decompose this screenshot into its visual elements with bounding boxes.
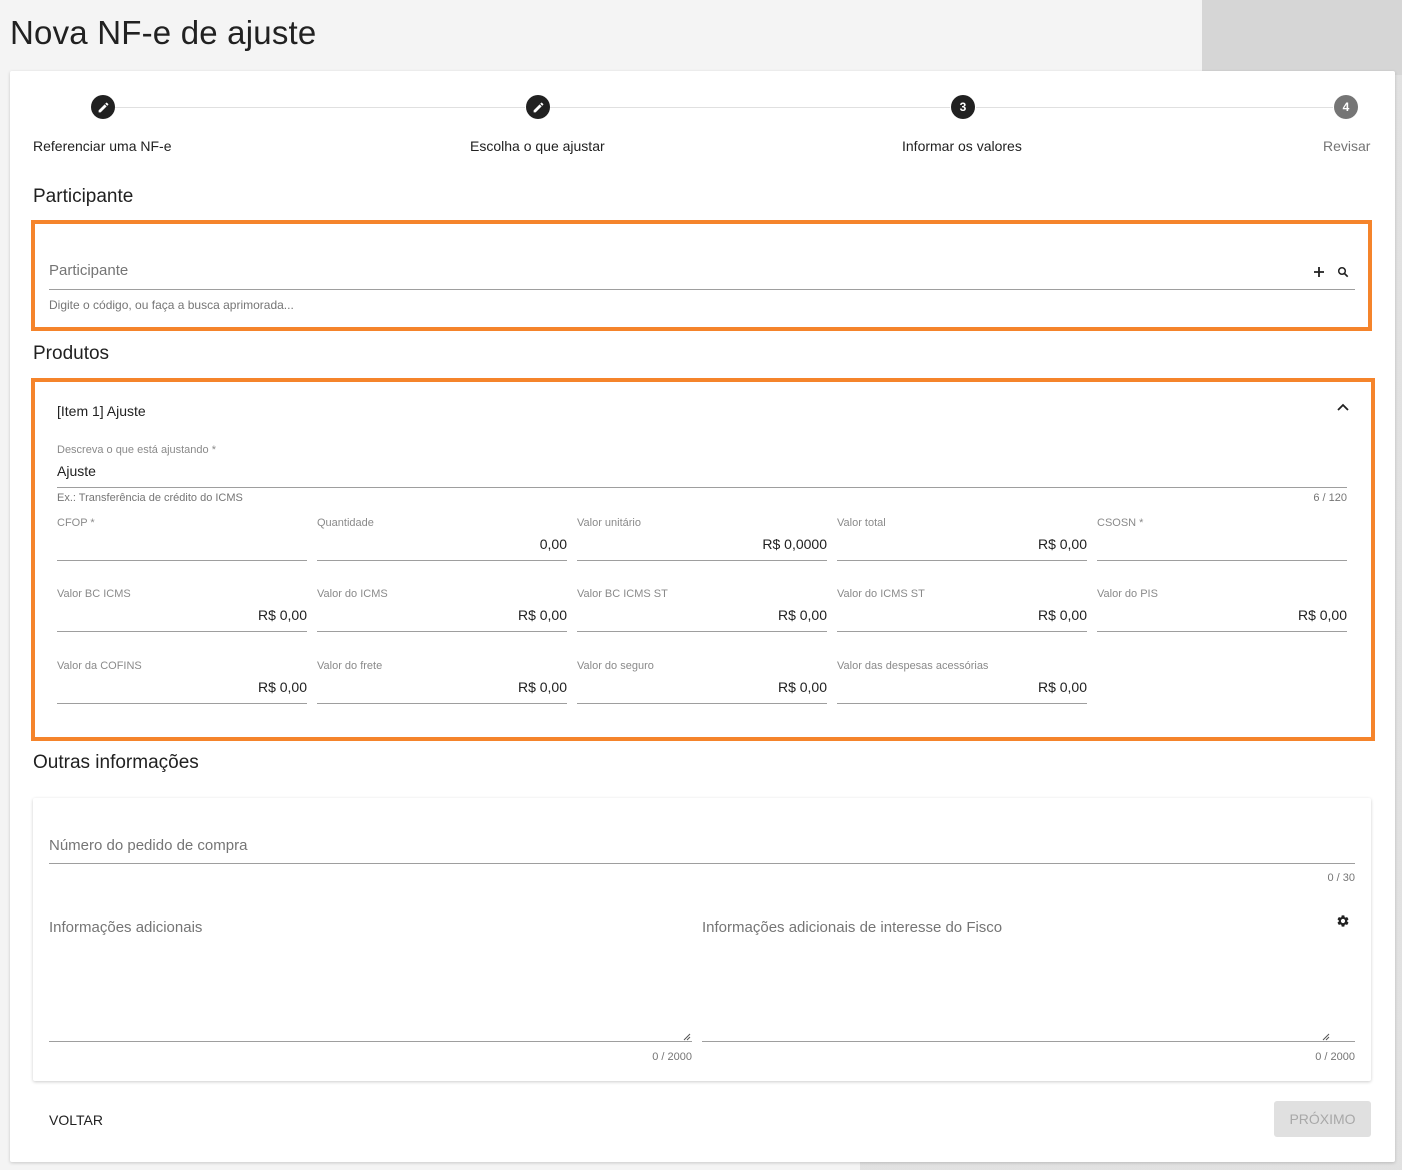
step-connector <box>550 107 950 108</box>
info-adicionais-underline <box>49 1041 692 1042</box>
field-label: Valor das despesas acessórias <box>837 660 989 672</box>
field-underline <box>577 703 827 704</box>
step-2-pencil-icon[interactable] <box>526 95 550 119</box>
info-fisco-counter: 0 / 2000 <box>1315 1051 1355 1063</box>
back-button[interactable]: VOLTAR <box>39 1102 113 1138</box>
item-title[interactable]: [Item 1] Ajuste <box>57 403 146 419</box>
field-label: Valor do frete <box>317 660 383 672</box>
valor-seguro-input[interactable]: R$ 0,00 <box>577 679 827 695</box>
resize-grip-icon[interactable] <box>1322 1028 1330 1041</box>
field-underline <box>57 560 307 561</box>
field-underline <box>317 560 567 561</box>
search-icon[interactable] <box>1334 263 1352 281</box>
field-label: CSOSN * <box>1097 517 1144 529</box>
field-label: Valor do seguro <box>577 660 654 672</box>
field-underline <box>837 703 1087 704</box>
info-adicionais-counter: 0 / 2000 <box>652 1051 692 1063</box>
valor-icms-input[interactable]: R$ 0,00 <box>317 607 567 623</box>
field-label: Valor total <box>837 517 886 529</box>
info-fisco-underline <box>702 1041 1355 1042</box>
valor-unitario-input[interactable]: R$ 0,0000 <box>577 536 827 552</box>
step-2-label[interactable]: Escolha o que ajustar <box>470 138 605 154</box>
step-1-label[interactable]: Referenciar uma NF-e <box>33 138 172 154</box>
info-adicionais-textarea[interactable]: Informações adicionais <box>49 919 202 936</box>
outras-section-title: Outras informações <box>33 752 199 773</box>
step-connector <box>115 107 525 108</box>
valor-pis-input[interactable]: R$ 0,00 <box>1097 607 1347 623</box>
step-3-number: 3 <box>951 95 975 119</box>
field-underline <box>1097 560 1347 561</box>
field-label: Valor BC ICMS ST <box>577 588 668 600</box>
quantidade-input[interactable]: 0,00 <box>317 536 567 552</box>
step-1-pencil-icon[interactable] <box>91 95 115 119</box>
field-underline <box>577 560 827 561</box>
field-label: Valor unitário <box>577 517 641 529</box>
info-fisco-textarea[interactable]: Informações adicionais de interesse do F… <box>702 919 1002 936</box>
page-title: Nova NF-e de ajuste <box>10 14 317 51</box>
field-underline <box>837 560 1087 561</box>
participante-input[interactable]: Participante <box>49 262 128 279</box>
description-counter: 6 / 120 <box>1313 492 1347 504</box>
field-underline <box>57 631 307 632</box>
field-label: Valor BC ICMS <box>57 588 131 600</box>
step-3-label: Informar os valores <box>902 138 1022 154</box>
next-button[interactable]: PRÓXIMO <box>1274 1101 1371 1137</box>
valor-despesas-input[interactable]: R$ 0,00 <box>837 679 1087 695</box>
form-card: 3 4 Referenciar uma NF-e Escolha o que a… <box>10 71 1395 1162</box>
field-label: Valor do ICMS ST <box>837 588 925 600</box>
field-underline <box>1097 631 1347 632</box>
participante-hint: Digite o código, ou faça a busca aprimor… <box>49 298 294 312</box>
background-shape <box>1202 0 1402 75</box>
participante-highlight <box>31 220 1372 331</box>
field-label: Valor do PIS <box>1097 588 1158 600</box>
field-underline <box>577 631 827 632</box>
resize-grip-icon[interactable] <box>683 1028 691 1041</box>
gear-icon[interactable] <box>1333 911 1353 931</box>
valor-bc-icms-input[interactable]: R$ 0,00 <box>57 607 307 623</box>
pedido-counter: 0 / 30 <box>1327 872 1355 884</box>
chevron-up-icon[interactable] <box>1334 398 1352 416</box>
description-underline <box>57 487 1347 488</box>
step-4-label: Revisar <box>1323 138 1371 154</box>
plus-icon[interactable] <box>1310 263 1328 281</box>
description-hint: Ex.: Transferência de crédito do ICMS <box>57 492 243 504</box>
valor-cofins-input[interactable]: R$ 0,00 <box>57 679 307 695</box>
field-label: Valor do ICMS <box>317 588 388 600</box>
valor-frete-input[interactable]: R$ 0,00 <box>317 679 567 695</box>
field-underline <box>57 703 307 704</box>
valor-icms-st-input[interactable]: R$ 0,00 <box>837 607 1087 623</box>
step-4-number: 4 <box>1334 95 1358 119</box>
valor-bc-icms-st-input[interactable]: R$ 0,00 <box>577 607 827 623</box>
field-underline <box>317 631 567 632</box>
pedido-compra-input[interactable]: Número do pedido de compra <box>49 837 247 854</box>
field-label: CFOP * <box>57 517 95 529</box>
description-input[interactable]: Ajuste <box>57 463 96 479</box>
description-label: Descreva o que está ajustando * <box>57 444 216 456</box>
stepper: 3 4 Referenciar uma NF-e Escolha o que a… <box>10 71 1395 171</box>
field-label: Valor da COFINS <box>57 660 142 672</box>
pedido-underline <box>49 863 1355 864</box>
participante-underline <box>49 289 1355 290</box>
participante-section-title: Participante <box>33 186 134 207</box>
field-underline <box>317 703 567 704</box>
valor-total-input[interactable]: R$ 0,00 <box>837 536 1087 552</box>
produtos-section-title: Produtos <box>33 343 110 364</box>
field-underline <box>837 631 1087 632</box>
field-label: Quantidade <box>317 517 374 529</box>
step-connector <box>976 107 1333 108</box>
